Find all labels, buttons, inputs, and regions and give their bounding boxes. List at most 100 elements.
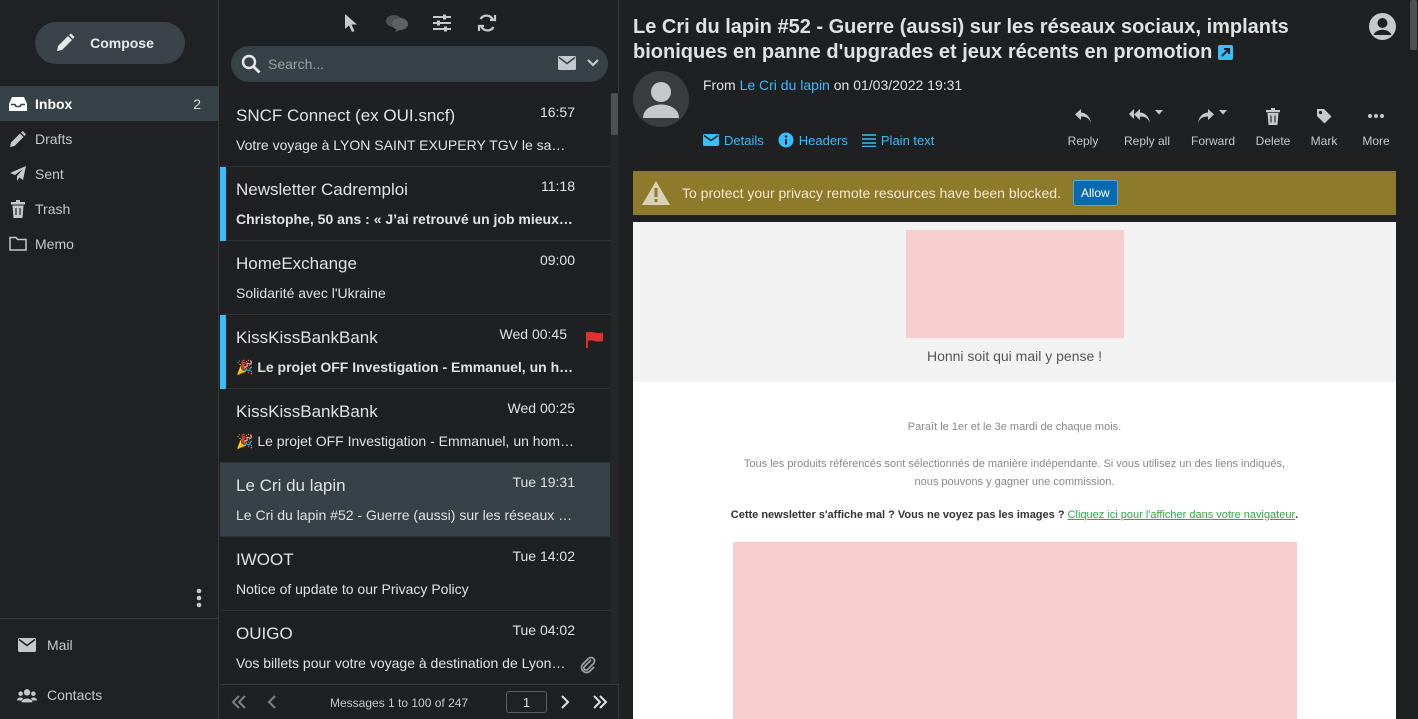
mail-subject-text: Le Cri du lapin #52 - Guerre (aussi) sur… bbox=[633, 16, 1289, 63]
pagination: Messages 1 to 100 of 247 bbox=[220, 684, 619, 719]
list-item[interactable]: KissKissBankBank Wed 00:25 🎉 Le projet O… bbox=[220, 389, 610, 463]
folder-icon bbox=[8, 236, 28, 251]
scrollbar-thumb[interactable] bbox=[611, 93, 618, 135]
folder-sent[interactable]: Sent bbox=[0, 156, 219, 191]
view-in-browser-link[interactable]: Cliquez ici pour l'afficher dans votre n… bbox=[1068, 509, 1296, 521]
inbox-icon bbox=[8, 96, 28, 112]
select-icon[interactable] bbox=[338, 10, 364, 36]
message-sender: KissKissBankBank bbox=[236, 328, 378, 347]
reply-all-icon bbox=[1129, 104, 1165, 128]
from-prefix: From bbox=[703, 77, 736, 93]
folder-list: Inbox 2 Drafts Sent Trash Memo bbox=[0, 86, 219, 261]
reply-button[interactable]: Reply bbox=[1060, 104, 1106, 150]
compose-button[interactable]: Compose bbox=[35, 22, 185, 64]
details-label: Details bbox=[724, 132, 764, 148]
reply-label: Reply bbox=[1067, 134, 1099, 148]
external-link-icon[interactable] bbox=[1218, 45, 1234, 60]
message-list: SNCF Connect (ex OUI.sncf) 16:57 Votre v… bbox=[220, 93, 610, 684]
nav-mail[interactable]: Mail bbox=[0, 626, 219, 664]
message-time: Wed 00:25 bbox=[507, 400, 575, 416]
refresh-icon[interactable] bbox=[474, 10, 500, 36]
search-icon[interactable] bbox=[241, 54, 261, 74]
message-subject: Le Cri du lapin #52 - Guerre (aussi) sur… bbox=[236, 507, 576, 523]
next-page-icon[interactable] bbox=[560, 695, 570, 709]
message-list-panel: SNCF Connect (ex OUI.sncf) 16:57 Votre v… bbox=[220, 0, 619, 719]
nav-label: Contacts bbox=[47, 687, 103, 703]
message-subject: Notice of update to our Privacy Policy bbox=[236, 581, 469, 597]
allow-button[interactable]: Allow bbox=[1072, 180, 1118, 206]
more-label: More bbox=[1362, 134, 1390, 148]
newsletter-tagline: Honni soit qui mail y pense ! bbox=[926, 348, 1103, 364]
more-button[interactable]: More bbox=[1350, 104, 1402, 150]
body-text-suffix: . bbox=[1295, 509, 1299, 521]
folder-inbox[interactable]: Inbox 2 bbox=[0, 86, 219, 121]
message-preview: Le Cri du lapin #52 - Guerre (aussi) sur… bbox=[620, 0, 1418, 719]
list-item[interactable]: Le Cri du lapin Tue 19:31 Le Cri du lapi… bbox=[220, 463, 610, 537]
page-number-input[interactable] bbox=[506, 691, 547, 713]
message-time: 16:57 bbox=[539, 104, 575, 120]
forward-icon bbox=[1197, 104, 1229, 128]
delete-button[interactable]: Delete bbox=[1248, 104, 1298, 150]
nav-contacts[interactable]: Contacts bbox=[0, 676, 219, 714]
message-sender: SNCF Connect (ex OUI.sncf) bbox=[236, 106, 456, 125]
header-links: Details Headers Plain text bbox=[703, 132, 948, 148]
forward-label: Forward bbox=[1190, 134, 1235, 148]
message-subject: Christophe, 50 ans : « J’ai retrouvé un … bbox=[236, 211, 576, 227]
envelope-icon bbox=[703, 134, 719, 146]
body-text: Paraît le 1er et le 3e mardi de chaque m… bbox=[907, 421, 1122, 433]
folder-label: Drafts bbox=[35, 130, 73, 147]
scrollbar[interactable] bbox=[610, 93, 619, 684]
envelope-icon[interactable] bbox=[558, 56, 576, 70]
folder-memo[interactable]: Memo bbox=[0, 226, 219, 261]
headers-link[interactable]: Headers bbox=[778, 132, 848, 148]
page-range-text: Messages 1 to 100 of 247 bbox=[330, 696, 469, 710]
sender-link[interactable]: Le Cri du lapin bbox=[740, 77, 830, 93]
list-item[interactable]: HomeExchange 09:00 Solidarité avec l'Ukr… bbox=[220, 241, 610, 315]
folder-trash[interactable]: Trash bbox=[0, 191, 219, 226]
blocked-image-placeholder bbox=[906, 230, 1124, 338]
delete-label: Delete bbox=[1255, 134, 1291, 148]
envelope-icon bbox=[17, 638, 37, 652]
reply-icon bbox=[1074, 104, 1092, 128]
forward-button[interactable]: Forward bbox=[1180, 104, 1246, 150]
user-account-icon[interactable] bbox=[1368, 12, 1397, 41]
details-link[interactable]: Details bbox=[703, 132, 764, 148]
mark-button[interactable]: Mark bbox=[1298, 104, 1350, 150]
sent-date: on 01/03/2022 19:31 bbox=[833, 77, 963, 93]
divider bbox=[0, 618, 219, 619]
trash-icon bbox=[8, 199, 28, 218]
scrollbar-thumb[interactable] bbox=[1410, 0, 1417, 50]
folder-label: Inbox bbox=[35, 95, 73, 112]
flag-icon[interactable] bbox=[586, 331, 604, 349]
more-options-icon[interactable] bbox=[190, 586, 208, 610]
list-item[interactable]: Newsletter Cadremploi 11:18 Christophe, … bbox=[220, 167, 610, 241]
prev-page-icon[interactable] bbox=[267, 695, 277, 709]
message-time: 11:18 bbox=[541, 178, 575, 194]
plain-text-link[interactable]: Plain text bbox=[861, 132, 934, 148]
body-text: Tous les produits référencés sont sélect… bbox=[743, 458, 1286, 488]
list-item[interactable]: KissKissBankBank Wed 00:45 🎉 Le projet O… bbox=[220, 315, 610, 389]
headers-label: Headers bbox=[798, 132, 848, 148]
privacy-warning-bar: To protect your privacy remote resources… bbox=[633, 171, 1396, 215]
reply-all-button[interactable]: Reply all bbox=[1114, 104, 1180, 150]
list-item[interactable]: SNCF Connect (ex OUI.sncf) 16:57 Votre v… bbox=[220, 93, 610, 167]
scrollbar[interactable] bbox=[1409, 0, 1418, 719]
message-sender: Newsletter Cadremploi bbox=[236, 180, 408, 199]
search-input[interactable] bbox=[268, 56, 548, 72]
privacy-message: To protect your privacy remote resources… bbox=[682, 185, 1061, 201]
message-subject: 🎉 Le projet OFF Investigation - Emmanuel… bbox=[236, 359, 576, 375]
list-item[interactable]: IWOOT Tue 14:02 Notice of update to our … bbox=[220, 537, 610, 611]
chevron-down-icon[interactable] bbox=[587, 59, 599, 67]
compose-label: Compose bbox=[90, 35, 154, 51]
message-time: Tue 04:02 bbox=[512, 622, 575, 638]
folder-drafts[interactable]: Drafts bbox=[0, 121, 219, 156]
body-text-prefix: Cette newsletter s'affiche mal ? Vous ne… bbox=[730, 509, 1065, 521]
unread-count: 2 bbox=[193, 95, 201, 112]
list-item[interactable]: OUIGO Tue 04:02 Vos billets pour votre v… bbox=[220, 611, 610, 684]
pencil-icon bbox=[55, 33, 75, 53]
page-title: Le Cri du lapin #52 - Guerre (aussi) sur… bbox=[633, 15, 1313, 65]
last-page-icon[interactable] bbox=[592, 695, 608, 709]
first-page-icon[interactable] bbox=[231, 695, 247, 709]
threads-icon[interactable] bbox=[384, 10, 410, 36]
list-options-icon[interactable] bbox=[429, 10, 455, 36]
